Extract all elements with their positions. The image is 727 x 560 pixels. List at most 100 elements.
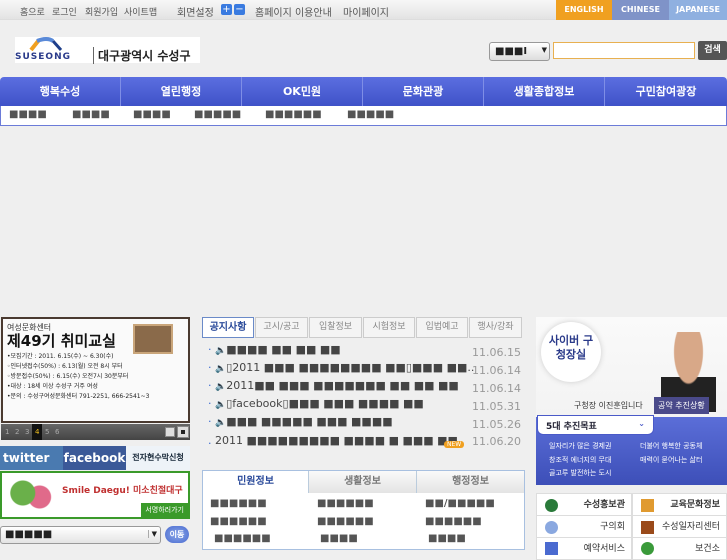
notice-title: 2011■■ ■■■ ■■■■■■■ ■■ ■■ ■■: [226, 379, 459, 392]
speaker-icon: 🔈: [215, 364, 227, 374]
goals-title: 5대 추진목표: [546, 422, 597, 432]
smile-daegu-banner[interactable]: Smile Daegu! 미소친절대구 서명하러가기: [0, 471, 190, 519]
mypage-link[interactable]: 마이페이지: [343, 4, 389, 19]
link-education[interactable]: 교육문화정보: [632, 493, 727, 516]
nav-item-life-info[interactable]: 생활종합정보: [484, 77, 605, 106]
stop-icon[interactable]: [177, 426, 189, 438]
facebook-link[interactable]: facebook: [63, 446, 126, 470]
lang-chinese[interactable]: CHINESE: [612, 0, 669, 20]
tab-events[interactable]: 행사/강좌: [469, 317, 522, 338]
play-icon[interactable]: [165, 427, 175, 437]
logo[interactable]: SUSEONG 대구광역시 수성구: [15, 37, 200, 64]
globe-icon: [545, 499, 558, 512]
search-button[interactable]: 검색: [698, 41, 727, 60]
link-label: 보건소: [695, 544, 720, 554]
page-2[interactable]: 2: [15, 424, 19, 440]
lang-english[interactable]: ENGLISH: [556, 0, 612, 20]
cyber-mayor-panel[interactable]: 사이버 구청장실 구청장 이진훈입니다 공약 추진상황 5대 추진목표 ⌄ 일자리…: [536, 317, 727, 485]
tab-civil-info[interactable]: 민원정보: [203, 471, 309, 493]
search-input[interactable]: [553, 42, 695, 59]
notice-title: ■■■ ■■■■■ ■■■ ■■■■: [226, 415, 393, 428]
twitter-link[interactable]: twitter: [0, 446, 63, 470]
tab-admin-info[interactable]: 행정정보: [417, 471, 524, 493]
nav-item-culture[interactable]: 문화관광: [363, 77, 484, 106]
info-link[interactable]: ■■/■■■■■: [425, 498, 495, 509]
nav-item-ok-civil[interactable]: OK민원: [242, 77, 363, 106]
event-banner[interactable]: 여성문화센터 제49기 취미교실 •모집기간 : 2011. 6.15(수) ~…: [1, 317, 190, 423]
nav-item-happy[interactable]: 행복수성: [0, 77, 121, 106]
link-reservation[interactable]: 예약서비스: [536, 537, 632, 560]
link-health[interactable]: 보건소: [632, 537, 727, 560]
info-link[interactable]: ■■■■■■: [317, 516, 374, 527]
banner-line: ◦인터넷접수(50%) : 6.13(월) 오전 8시 부터: [7, 363, 123, 370]
page-6[interactable]: 6: [55, 424, 59, 440]
info-link[interactable]: ■■■■: [428, 533, 466, 544]
go-button[interactable]: 이동: [165, 526, 189, 543]
info-link[interactable]: ■■■■■■: [210, 516, 267, 527]
banner-line: •대상 : 18세 이상 수성구 거주 여성: [7, 383, 98, 390]
info-link[interactable]: ■■■■: [320, 533, 358, 544]
tab-exam[interactable]: 시험정보: [363, 317, 415, 338]
mascot-image: [6, 475, 54, 515]
petition-link[interactable]: 전자현수막신청: [126, 446, 190, 470]
pledge-button[interactable]: 공약 추진상황: [654, 397, 709, 414]
join-link[interactable]: 회원가입: [85, 5, 118, 18]
sitemap-link[interactable]: 사이트맵: [124, 5, 157, 18]
notice-item[interactable]: · 🔈▯facebook▯■■■ ■■■ ■■■■ ■■: [208, 397, 424, 410]
chevron-down-icon: ▼: [147, 530, 157, 538]
page-4-active[interactable]: 4: [32, 424, 43, 440]
goals-dropdown[interactable]: 5대 추진목표 ⌄: [537, 415, 654, 435]
page-3[interactable]: 3: [25, 424, 29, 440]
info-link[interactable]: ■■■■■■: [214, 533, 271, 544]
info-link[interactable]: ■■■■■■: [425, 516, 482, 527]
link-promo-hall[interactable]: 수성홍보관: [536, 493, 632, 516]
sub-nav-item[interactable]: ■■■■■: [194, 109, 241, 120]
notice-item[interactable]: . 2011 ■■■■■■■■■ ■■■■ ■ ■■■ ■■: [208, 434, 458, 447]
goal-item: 매력이 묻어나는 삶터: [640, 456, 703, 464]
mayor-title: 사이버 구청장실: [548, 334, 594, 361]
notice-item[interactable]: · 🔈▯2011 ■■■ ■■■■■■■■ ■■▯■■■ ■■..: [208, 361, 474, 374]
goal-item: 더불어 행복한 공동체: [640, 442, 703, 450]
zoom-out-button[interactable]: −: [234, 4, 245, 15]
sub-nav-item[interactable]: ■■■■: [133, 109, 171, 120]
info-link[interactable]: ■■■■■■: [317, 498, 374, 509]
search-scope-select[interactable]: ■■■I ▼: [489, 42, 550, 61]
book-icon: [641, 499, 654, 512]
guide-link[interactable]: 홈페이지 이용안내: [255, 4, 332, 19]
tab-announcement[interactable]: 고시/공고: [255, 317, 308, 338]
tab-bid[interactable]: 입찰정보: [309, 317, 362, 338]
search-scope-value: ■■■I: [495, 46, 528, 57]
tab-life-info[interactable]: 생활정보: [309, 471, 417, 493]
notice-item[interactable]: · 🔈■■■■ ■■ ■■ ■■: [208, 343, 341, 356]
sub-nav-item[interactable]: ■■■■■■: [265, 109, 322, 120]
quick-link-select[interactable]: ■■■■■ ▼: [0, 526, 161, 544]
nav-item-participation[interactable]: 구민참여광장: [605, 77, 727, 106]
notice-item[interactable]: · 🔈■■■ ■■■■■ ■■■ ■■■■: [208, 415, 393, 428]
goal-item: 골고루 발전하는 도시: [549, 469, 612, 477]
sub-nav-item[interactable]: ■■■■: [72, 109, 110, 120]
lang-japanese[interactable]: JAPANESE: [669, 0, 727, 20]
link-jobs[interactable]: 수성일자리센터: [632, 515, 727, 538]
notice-date: 11.06.14: [472, 364, 521, 377]
login-link[interactable]: 로그인: [52, 5, 77, 18]
logo-en: SUSEONG: [15, 52, 71, 62]
page-1[interactable]: 1: [5, 424, 9, 440]
link-council[interactable]: 구의회: [536, 515, 632, 538]
sub-nav-item[interactable]: ■■■■: [9, 109, 47, 120]
nav-item-open-admin[interactable]: 열린행정: [121, 77, 242, 106]
tab-legislation[interactable]: 입법예고: [416, 317, 468, 338]
sub-nav-item[interactable]: ■■■■■: [347, 109, 394, 120]
notice-date: 11.05.26: [472, 418, 521, 431]
banner-photo: [133, 324, 173, 354]
notice-date: 11.06.15: [472, 346, 521, 359]
goal-item: 일자리가 많은 경제권: [549, 442, 612, 450]
page-5[interactable]: 5: [45, 424, 49, 440]
info-link[interactable]: ■■■■■■: [210, 498, 267, 509]
notice-item[interactable]: · 🔈2011■■ ■■■ ■■■■■■■ ■■ ■■ ■■: [208, 379, 459, 392]
zoom-in-button[interactable]: +: [221, 4, 232, 15]
mayor-greeting: 구청장 이진훈입니다: [574, 401, 643, 410]
smile-sign-link[interactable]: 서명하러가기: [141, 503, 188, 517]
home-link[interactable]: 홈으로: [20, 5, 45, 18]
tab-notice[interactable]: 공지사항: [202, 317, 254, 338]
link-label: 교육문화정보: [670, 500, 720, 510]
